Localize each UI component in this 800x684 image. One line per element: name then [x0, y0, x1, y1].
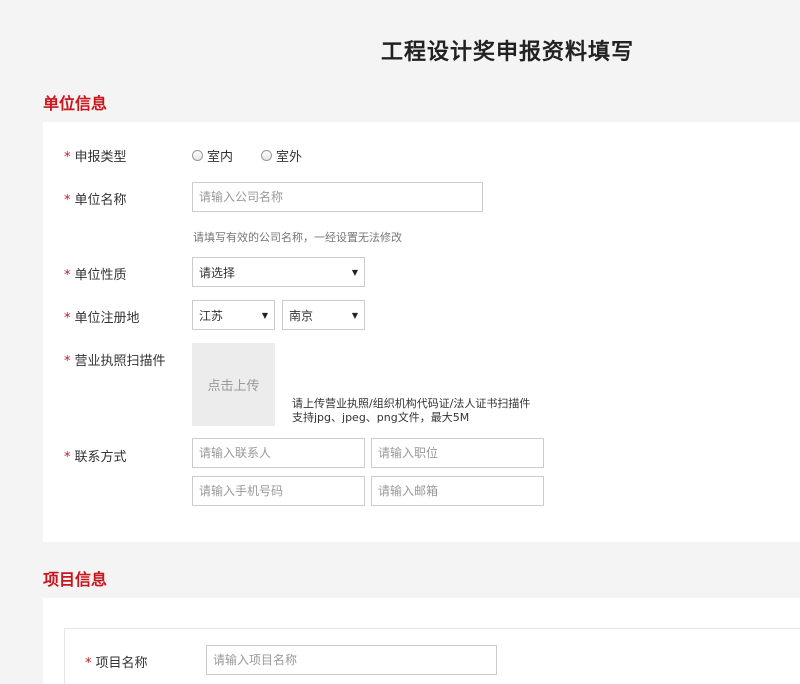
page-title: 工程设计奖申报资料填写: [380, 40, 634, 65]
position-input[interactable]: [371, 438, 544, 468]
company-nature-label: * 单位性质: [64, 268, 127, 283]
required-star: *: [64, 311, 71, 326]
company-nature-select[interactable]: 请选择 ▼: [192, 257, 365, 287]
chevron-down-icon: ▼: [261, 310, 268, 320]
city-select[interactable]: 南京 ▼: [282, 300, 365, 330]
upload-button[interactable]: 点击上传: [192, 343, 275, 426]
required-star: *: [64, 354, 71, 369]
chevron-down-icon: ▼: [351, 267, 358, 277]
province-select[interactable]: 江苏 ▼: [192, 300, 275, 330]
project-name-label: * 项目名称: [85, 656, 148, 671]
contact-label: * 联系方式: [64, 450, 127, 465]
radio-indoor-circle[interactable]: [192, 150, 203, 161]
company-name-hint: 请填写有效的公司名称，一经设置无法修改: [193, 231, 402, 244]
contact-person-input[interactable]: [192, 438, 365, 468]
chevron-down-icon: ▼: [351, 310, 358, 320]
radio-outdoor[interactable]: 室外: [261, 146, 302, 165]
upload-tip: 请上传营业执照/组织机构代码证/法人证书扫描件 支持jpg、jpeg、png文件…: [292, 397, 531, 424]
registration-place-label: * 单位注册地: [64, 311, 140, 326]
required-star: *: [64, 150, 71, 165]
required-star: *: [85, 656, 92, 671]
company-name-label: * 单位名称: [64, 193, 127, 208]
radio-outdoor-circle[interactable]: [261, 150, 272, 161]
company-name-input[interactable]: [192, 182, 483, 212]
license-scan-label: * 营业执照扫描件: [64, 354, 166, 369]
project-name-input[interactable]: [206, 645, 497, 675]
email-input[interactable]: [371, 476, 544, 506]
section-title-project: 项目信息: [43, 570, 108, 589]
required-star: *: [64, 193, 71, 208]
section-title-company: 单位信息: [43, 94, 108, 113]
phone-input[interactable]: [192, 476, 365, 506]
required-star: *: [64, 450, 71, 465]
required-star: *: [64, 268, 71, 283]
declaration-type-label: * 申报类型: [64, 150, 127, 165]
radio-indoor[interactable]: 室内: [192, 146, 233, 165]
